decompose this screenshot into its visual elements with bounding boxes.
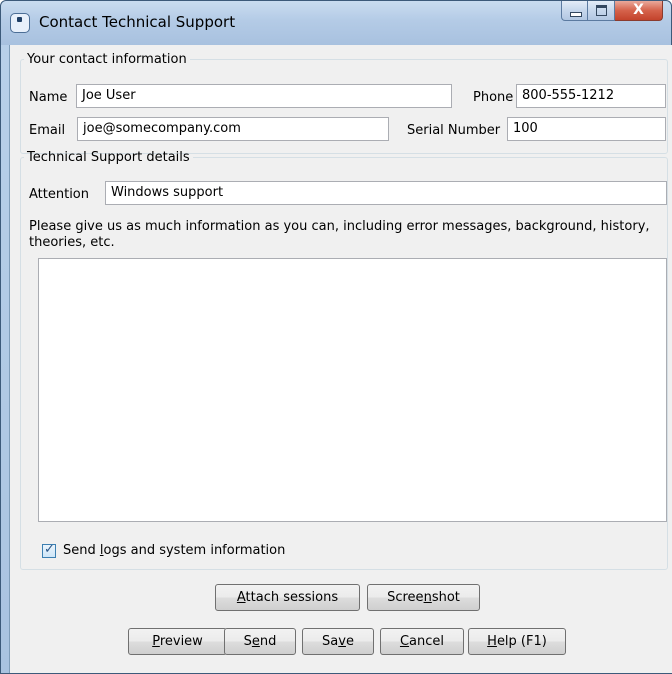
send-button[interactable]: Send — [224, 628, 296, 655]
attention-label: Attention — [29, 187, 89, 202]
app-icon — [10, 13, 30, 33]
dialog-client-area: Your contact information Name Joe User P… — [9, 45, 672, 673]
screenshot-button[interactable]: Screenshot — [367, 584, 480, 611]
maximize-icon[interactable] — [588, 1, 615, 21]
phone-label: Phone — [473, 90, 514, 105]
close-icon[interactable]: X — [615, 1, 663, 21]
attach-sessions-button[interactable]: Attach sessions — [215, 584, 360, 611]
instructions-text: Please give us as much information as yo… — [29, 219, 650, 250]
save-button[interactable]: Save — [302, 628, 374, 655]
support-details-legend: Technical Support details — [27, 150, 190, 165]
send-logs-label[interactable]: Send logs and system information — [63, 543, 285, 558]
contact-info-legend: Your contact information — [27, 52, 187, 67]
send-logs-checkbox[interactable] — [42, 542, 56, 558]
minimize-icon[interactable] — [561, 1, 588, 21]
email-field[interactable]: joe@somecompany.com — [77, 117, 389, 141]
serial-number-label: Serial Number — [407, 123, 501, 138]
serial-number-field[interactable]: 100 — [507, 117, 666, 141]
name-field[interactable]: Joe User — [76, 84, 452, 108]
cancel-button[interactable]: Cancel — [380, 628, 464, 655]
preview-button[interactable]: Preview — [128, 628, 227, 655]
phone-field[interactable]: 800-555-1212 — [516, 84, 666, 108]
attention-field[interactable]: Windows support — [105, 181, 667, 205]
window-title: Contact Technical Support — [39, 13, 236, 31]
name-label: Name — [29, 90, 68, 105]
caption-buttons: X — [561, 1, 663, 23]
message-textarea[interactable] — [38, 258, 667, 522]
support-dialog-window: Contact Technical Support X Your contact… — [0, 0, 672, 674]
title-bar[interactable]: Contact Technical Support X — [1, 1, 671, 45]
help-button[interactable]: Help (F1) — [468, 628, 566, 655]
email-label: Email — [29, 123, 66, 138]
